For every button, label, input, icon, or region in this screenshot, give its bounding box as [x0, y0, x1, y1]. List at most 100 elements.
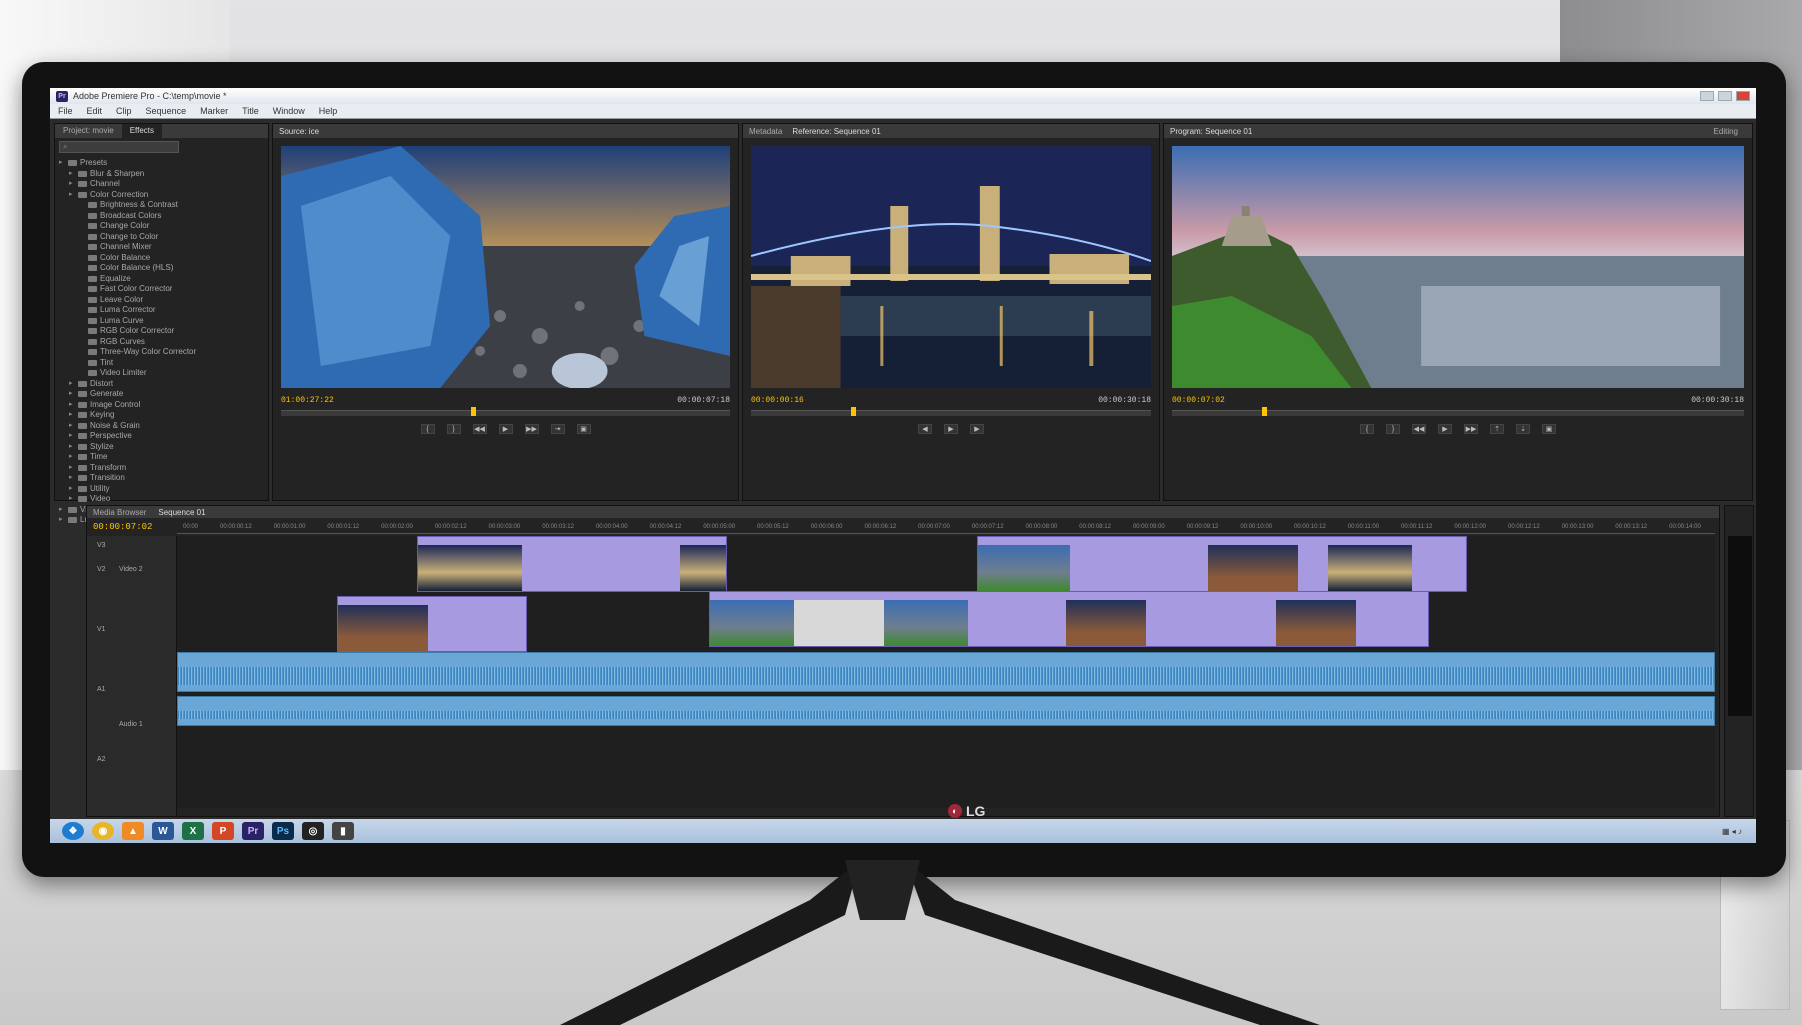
effects-tree-item[interactable]: ▸ Noise & Grain — [59, 421, 264, 432]
step-forward-icon[interactable]: ▶▶ — [1464, 424, 1478, 434]
chevron-right-icon[interactable]: ▸ — [69, 169, 75, 180]
tab-reference[interactable]: Reference: Sequence 01 — [792, 127, 881, 136]
audio-clip[interactable] — [177, 696, 1715, 726]
playhead[interactable] — [1262, 407, 1267, 416]
chevron-right-icon[interactable]: ▸ — [69, 190, 75, 201]
mark-out-icon[interactable]: } — [446, 424, 461, 434]
tab-metadata[interactable]: Metadata — [749, 127, 782, 136]
tab-project[interactable]: Project: movie — [55, 124, 122, 138]
effects-tree-item[interactable]: Color Balance — [59, 253, 264, 264]
chevron-right-icon[interactable]: ▸ — [59, 515, 65, 526]
tab-source[interactable]: Source: ice — [279, 127, 319, 136]
effects-tree-item[interactable]: ▸ Blur & Sharpen — [59, 169, 264, 180]
maximize-button[interactable] — [1718, 91, 1732, 101]
tab-program[interactable]: Program: Sequence 01 — [1170, 127, 1252, 136]
effects-tree-item[interactable]: Change Color — [59, 221, 264, 232]
effects-tree-item[interactable]: ▸ Utility — [59, 484, 264, 495]
premiere-icon[interactable]: Pr — [242, 822, 264, 840]
playhead[interactable] — [471, 407, 476, 416]
effects-tree-item[interactable]: Luma Curve — [59, 316, 264, 327]
effects-tree-item[interactable]: ▸ Transition — [59, 473, 264, 484]
effects-tree-item[interactable]: ▸ Keying — [59, 410, 264, 421]
chevron-right-icon[interactable]: ▸ — [59, 505, 65, 516]
excel-icon[interactable]: X — [182, 822, 204, 840]
word-icon[interactable]: W — [152, 822, 174, 840]
program-scrubber[interactable] — [1172, 407, 1744, 416]
chevron-right-icon[interactable]: ▸ — [69, 379, 75, 390]
effects-tree-item[interactable]: RGB Color Corrector — [59, 326, 264, 337]
effects-tree-item[interactable]: Luma Corrector — [59, 305, 264, 316]
menu-clip[interactable]: Clip — [116, 106, 132, 116]
tab-media-browser[interactable]: Media Browser — [93, 508, 146, 517]
menu-file[interactable]: File — [58, 106, 73, 116]
effects-tree-item[interactable]: ▸ Channel — [59, 179, 264, 190]
effects-tree-item[interactable]: Video Limiter — [59, 368, 264, 379]
effects-tree-item[interactable]: Brightness & Contrast — [59, 200, 264, 211]
effects-tree-item[interactable]: Tint — [59, 358, 264, 369]
time-ruler[interactable]: 00:00 00:00:00:12 00:00:01:00 00:00:01:12 00… — [177, 520, 1715, 534]
effects-tree-item[interactable]: Broadcast Colors — [59, 211, 264, 222]
play-icon[interactable]: ▶ — [1438, 424, 1452, 434]
menu-title[interactable]: Title — [242, 106, 259, 116]
step-back-icon[interactable]: ◀◀ — [1412, 424, 1426, 434]
lift-icon[interactable]: ⇡ — [1490, 424, 1504, 434]
chevron-right-icon[interactable]: ▸ — [69, 400, 75, 411]
effects-tree-item[interactable]: ▸ Stylize — [59, 442, 264, 453]
effects-tree-item[interactable]: Fast Color Corrector — [59, 284, 264, 295]
photoshop-icon[interactable]: Ps — [272, 822, 294, 840]
effects-tree-item[interactable]: Color Balance (HLS) — [59, 263, 264, 274]
effects-tree-item[interactable]: ▸ Distort — [59, 379, 264, 390]
video-clip[interactable] — [977, 536, 1467, 592]
chevron-right-icon[interactable]: ▸ — [69, 421, 75, 432]
media-encoder-icon[interactable]: ◎ — [302, 822, 324, 840]
step-back-icon[interactable]: ◀◀ — [472, 424, 487, 434]
effects-tree-item[interactable]: Three-Way Color Corrector — [59, 347, 264, 358]
effects-tree-item[interactable]: ▸ Transform — [59, 463, 264, 474]
workspace-label[interactable]: Editing — [1714, 127, 1738, 136]
menu-edit[interactable]: Edit — [87, 106, 103, 116]
start-button-icon[interactable]: ❖ — [62, 822, 84, 840]
source-scrubber[interactable] — [281, 407, 730, 416]
menu-marker[interactable]: Marker — [200, 106, 228, 116]
effects-tree-item[interactable]: Equalize — [59, 274, 264, 285]
system-tray[interactable]: ▦ ◂ ♪ — [1722, 827, 1742, 836]
tab-sequence[interactable]: Sequence 01 — [158, 508, 205, 517]
chevron-right-icon[interactable]: ▸ — [69, 494, 75, 505]
effects-tree-item[interactable]: RGB Curves — [59, 337, 264, 348]
insert-icon[interactable]: ⇥ — [550, 424, 565, 434]
mark-in-icon[interactable]: { — [420, 424, 435, 434]
step-back-icon[interactable]: ◀ — [918, 424, 932, 434]
effects-search-input[interactable]: ⌕ — [59, 141, 179, 153]
video-clip[interactable] — [417, 536, 727, 592]
step-forward-icon[interactable]: ▶ — [970, 424, 984, 434]
tab-effects[interactable]: Effects — [121, 124, 162, 138]
menu-sequence[interactable]: Sequence — [146, 106, 187, 116]
minimize-button[interactable] — [1700, 91, 1714, 101]
effects-tree-item[interactable]: Change to Color — [59, 232, 264, 243]
export-frame-icon[interactable]: ▣ — [576, 424, 591, 434]
track-area[interactable] — [177, 536, 1715, 808]
chevron-right-icon[interactable]: ▸ — [69, 452, 75, 463]
audio-clip[interactable] — [177, 652, 1715, 692]
chevron-right-icon[interactable]: ▸ — [59, 158, 65, 169]
video-clip[interactable] — [337, 596, 527, 652]
chrome-icon[interactable]: ◉ — [92, 822, 114, 840]
chevron-right-icon[interactable]: ▸ — [69, 463, 75, 474]
chevron-right-icon[interactable]: ▸ — [69, 431, 75, 442]
mark-in-icon[interactable]: { — [1360, 424, 1374, 434]
chevron-right-icon[interactable]: ▸ — [69, 473, 75, 484]
step-forward-icon[interactable]: ▶▶ — [524, 424, 539, 434]
export-frame-icon[interactable]: ▣ — [1542, 424, 1556, 434]
chevron-right-icon[interactable]: ▸ — [69, 442, 75, 453]
vlc-icon[interactable]: ▲ — [122, 822, 144, 840]
effects-tree-item[interactable]: Leave Color — [59, 295, 264, 306]
effects-tree-item[interactable]: ▸ Color Correction — [59, 190, 264, 201]
effects-tree-item[interactable]: ▸ Generate — [59, 389, 264, 400]
effects-tree-item[interactable]: ▸ Time — [59, 452, 264, 463]
video-clip[interactable] — [709, 591, 1429, 647]
playhead[interactable] — [851, 407, 856, 416]
menu-window[interactable]: Window — [273, 106, 305, 116]
mark-out-icon[interactable]: } — [1386, 424, 1400, 434]
chevron-right-icon[interactable]: ▸ — [69, 389, 75, 400]
extract-icon[interactable]: ⇣ — [1516, 424, 1530, 434]
